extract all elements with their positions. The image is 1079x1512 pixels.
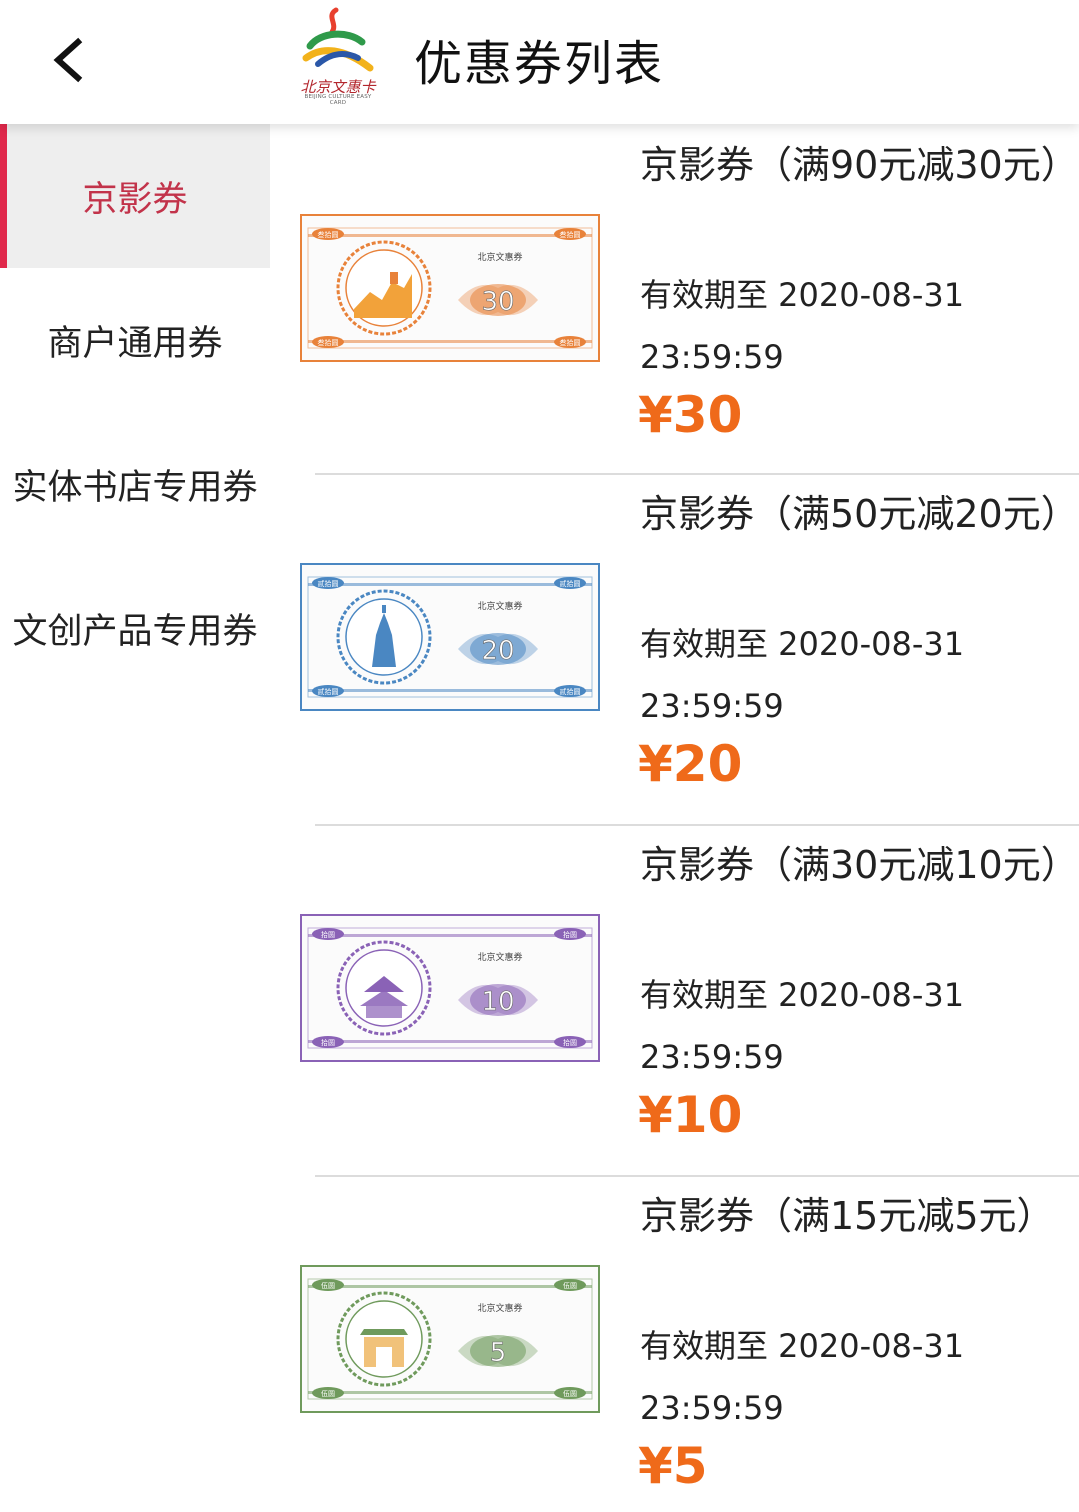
coupon-title: 京影券（满30元减10元） [640, 843, 1079, 887]
ticket-corner-text: 伍圆 [321, 1281, 335, 1290]
ticket-corner-text: 叁拾圆 [560, 230, 581, 239]
coupon-price: ¥10 [638, 1086, 743, 1144]
ticket-corner-text: 叁拾圆 [318, 338, 339, 347]
coupon-validity: 有效期至 2020-08-31 23:59:59 [640, 276, 965, 376]
coupon-validity: 有效期至 2020-08-31 23:59:59 [640, 976, 965, 1076]
coupon-ticket-image: 拾圆 拾圆拾圆 拾圆北京文惠券10 [300, 914, 600, 1062]
page-title: 优惠券列表 [414, 36, 665, 92]
ticket-brand-text: 北京文惠券 [477, 600, 522, 612]
ticket-corner-text: 伍圆 [563, 1389, 577, 1398]
logo-subtext: BEIJING CULTURE EASY CARD [304, 94, 372, 106]
ticket-corner-text: 贰拾圆 [318, 687, 339, 696]
coupon-ticket-image: 叁拾圆 叁拾圆叁拾圆 叁拾圆北京文惠券30 [300, 214, 600, 362]
sidebar-item-label: 京影券 [82, 179, 188, 220]
ticket-corner-text: 拾圆 [563, 1038, 577, 1047]
coupon-price: ¥30 [638, 386, 743, 444]
coupon-ticket-image: 贰拾圆 贰拾圆贰拾圆 贰拾圆北京文惠券20 [300, 563, 600, 711]
top-bar: 北京文惠卡 BEIJING CULTURE EASY CARD 优惠券列表 [0, 0, 1079, 124]
ticket-corner-text: 拾圆 [563, 930, 577, 939]
divider [315, 1175, 1079, 1177]
coupon-card[interactable]: 叁拾圆 叁拾圆 叁拾圆 叁拾圆 北京文惠券 30 京影券（满90元减30元） 有效期至 2… [270, 124, 1079, 475]
coupon-card[interactable]: 贰拾圆 贰拾圆 贰拾圆 贰拾圆 北京文惠券 20 京影券（满50元减20元） 有效期至 2… [270, 473, 1079, 824]
coupon-validity: 有效期至 2020-08-31 23:59:59 [640, 1327, 965, 1427]
logo-icon [302, 7, 374, 72]
ticket-brand-text: 北京文惠券 [477, 1302, 522, 1314]
coupon-card[interactable]: 拾圆 拾圆 拾圆 拾圆 北京文惠券 10 京影券（满30元减10元） 有效期至 2020-… [270, 824, 1079, 1175]
gate-icon [360, 1329, 408, 1367]
coupon-title: 京影券（满15元减5元） [640, 1194, 1055, 1238]
divider [315, 473, 1079, 475]
sidebar-item-jingying[interactable]: 京影券 [0, 124, 270, 268]
ticket-corner-text: 贰拾圆 [318, 579, 339, 588]
ticket-face-value: 20 [481, 636, 514, 666]
ticket-corner-text: 叁拾圆 [560, 338, 581, 347]
sidebar-item-merchant[interactable]: 商户通用券 [0, 268, 270, 412]
ticket-face-value: 5 [490, 1338, 507, 1368]
coupon-title: 京影券（满90元减30元） [640, 143, 1079, 187]
ticket-corner-text: 拾圆 [321, 930, 335, 939]
coupon-title: 京影券（满50元减20元） [640, 492, 1079, 536]
sidebar-item-label: 实体书店专用券 [12, 467, 258, 508]
ticket-corner-text: 叁拾圆 [318, 230, 339, 239]
sidebar-item-bookstore[interactable]: 实体书店专用券 [0, 412, 270, 556]
coupon-ticket-image: 伍圆 伍圆伍圆 伍圆北京文惠券5 [300, 1265, 600, 1413]
coupon-price: ¥5 [638, 1437, 708, 1495]
ticket-corner-text: 贰拾圆 [560, 579, 581, 588]
sidebar-item-creative[interactable]: 文创产品专用券 [0, 556, 270, 700]
ticket-corner-text: 拾圆 [321, 1038, 335, 1047]
chevron-left-icon [53, 37, 83, 83]
ticket-face-value: 30 [481, 287, 514, 317]
coupon-card[interactable]: 伍圆 伍圆 伍圆 伍圆 北京文惠券 5 京影券（满15元减5元） 有效期至 2020-08… [270, 1175, 1079, 1512]
divider [315, 824, 1079, 826]
coupon-list: 叁拾圆 叁拾圆 叁拾圆 叁拾圆 北京文惠券 30 京影券（满90元减30元） 有效期至 2… [270, 124, 1079, 1512]
sidebar-item-label: 文创产品专用券 [12, 611, 258, 652]
ticket-brand-text: 北京文惠券 [477, 951, 522, 963]
ticket-face-value: 10 [481, 987, 514, 1017]
coupon-validity: 有效期至 2020-08-31 23:59:59 [640, 625, 965, 725]
ticket-corner-text: 贰拾圆 [560, 687, 581, 696]
coupon-price: ¥20 [638, 735, 743, 793]
back-button[interactable] [40, 28, 100, 92]
sidebar-item-label: 商户通用券 [47, 323, 223, 364]
ticket-corner-text: 伍圆 [563, 1281, 577, 1290]
app-logo: 北京文惠卡 BEIJING CULTURE EASY CARD [296, 6, 380, 106]
category-sidebar: 京影券 商户通用券 实体书店专用券 文创产品专用券 [0, 124, 270, 1512]
ticket-brand-text: 北京文惠券 [477, 251, 522, 263]
ticket-corner-text: 伍圆 [321, 1389, 335, 1398]
